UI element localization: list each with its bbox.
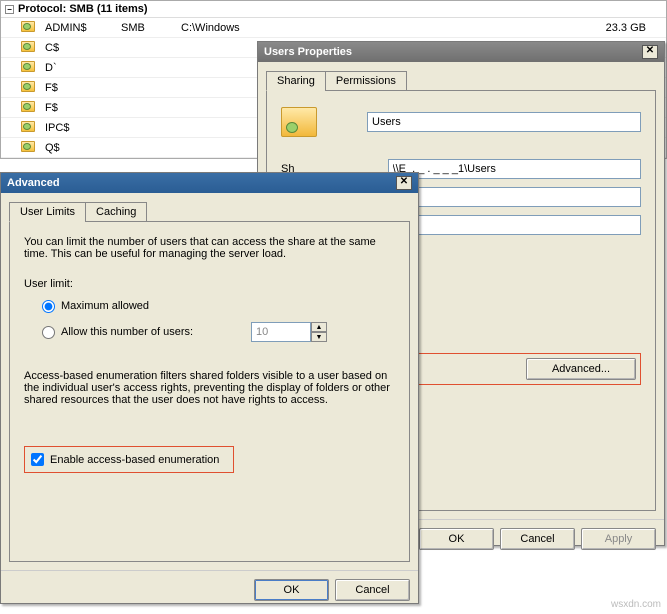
tab-strip: User Limits Caching <box>9 201 410 222</box>
dialog-title: Users Properties <box>264 46 352 58</box>
abe-checkbox-input[interactable] <box>31 453 44 466</box>
titlebar[interactable]: Users Properties ✕ <box>258 42 664 62</box>
dialog-title: Advanced <box>7 177 60 189</box>
tab-sharing[interactable]: Sharing <box>266 71 326 91</box>
advanced-button[interactable]: Advanced... <box>526 358 636 380</box>
user-count-input[interactable] <box>251 322 311 342</box>
share-name: IPC$ <box>41 122 121 134</box>
share-folder-icon <box>21 121 35 132</box>
radio-maximum-allowed[interactable]: Maximum allowed <box>42 296 395 316</box>
share-folder-icon <box>281 107 317 137</box>
tab-strip: Sharing Permissions <box>266 70 656 91</box>
advanced-dialog: Advanced ✕ User Limits Caching You can l… <box>0 172 419 604</box>
share-size: 23.3 GB <box>461 22 666 34</box>
radio-allow-label: Allow this number of users: <box>61 326 251 338</box>
enable-abe-checkbox[interactable]: Enable access-based enumeration <box>24 446 234 473</box>
spin-down-icon[interactable]: ▼ <box>311 332 327 342</box>
share-name: F$ <box>41 102 121 114</box>
share-row[interactable]: ADMIN$SMBC:\Windows23.3 GB <box>1 18 666 38</box>
cancel-button[interactable]: Cancel <box>500 528 575 550</box>
tab-user-limits[interactable]: User Limits <box>9 202 86 222</box>
close-icon[interactable]: ✕ <box>396 176 412 190</box>
collapse-icon[interactable]: − <box>5 5 14 14</box>
tab-caching[interactable]: Caching <box>85 202 147 222</box>
spin-up-icon[interactable]: ▲ <box>311 322 327 332</box>
unc-path-field[interactable] <box>388 159 641 179</box>
protocol-title: Protocol: SMB (11 items) <box>18 3 148 15</box>
ok-button[interactable]: OK <box>254 579 329 601</box>
share-name: F$ <box>41 82 121 94</box>
share-folder-icon <box>21 141 35 152</box>
radio-allow-number[interactable]: Allow this number of users: ▲ ▼ <box>42 322 395 342</box>
dialog-buttons: OK Cancel <box>1 570 418 609</box>
share-folder-icon <box>21 21 35 32</box>
share-folder-icon <box>21 81 35 92</box>
apply-button[interactable]: Apply <box>581 528 656 550</box>
radio-allow-input[interactable] <box>42 326 55 339</box>
share-path: C:\Windows <box>181 22 461 34</box>
radio-max-label: Maximum allowed <box>61 300 149 312</box>
share-name: ADMIN$ <box>41 22 121 34</box>
user-limit-label: User limit: <box>24 278 395 290</box>
share-folder-icon <box>21 61 35 72</box>
close-icon[interactable]: ✕ <box>642 45 658 59</box>
share-folder-icon <box>21 41 35 52</box>
tab-permissions[interactable]: Permissions <box>325 71 407 91</box>
share-protocol: SMB <box>121 22 181 34</box>
watermark: wsxdn.com <box>611 599 661 610</box>
protocol-header[interactable]: − Protocol: SMB (11 items) <box>1 1 666 18</box>
radio-max-input[interactable] <box>42 300 55 313</box>
share-name: D` <box>41 62 121 74</box>
share-folder-icon <box>21 101 35 112</box>
intro-text: You can limit the number of users that c… <box>24 236 395 260</box>
abe-description: Access-based enumeration filters shared … <box>24 370 395 406</box>
abe-checkbox-label: Enable access-based enumeration <box>50 454 219 466</box>
ok-button[interactable]: OK <box>419 528 494 550</box>
titlebar[interactable]: Advanced ✕ <box>1 173 418 193</box>
user-limits-content: You can limit the number of users that c… <box>9 222 410 562</box>
share-name: Q$ <box>41 142 121 154</box>
share-name: C$ <box>41 42 121 54</box>
cancel-button[interactable]: Cancel <box>335 579 410 601</box>
share-name-field[interactable] <box>367 112 641 132</box>
user-count-spinner[interactable]: ▲ ▼ <box>251 322 327 342</box>
